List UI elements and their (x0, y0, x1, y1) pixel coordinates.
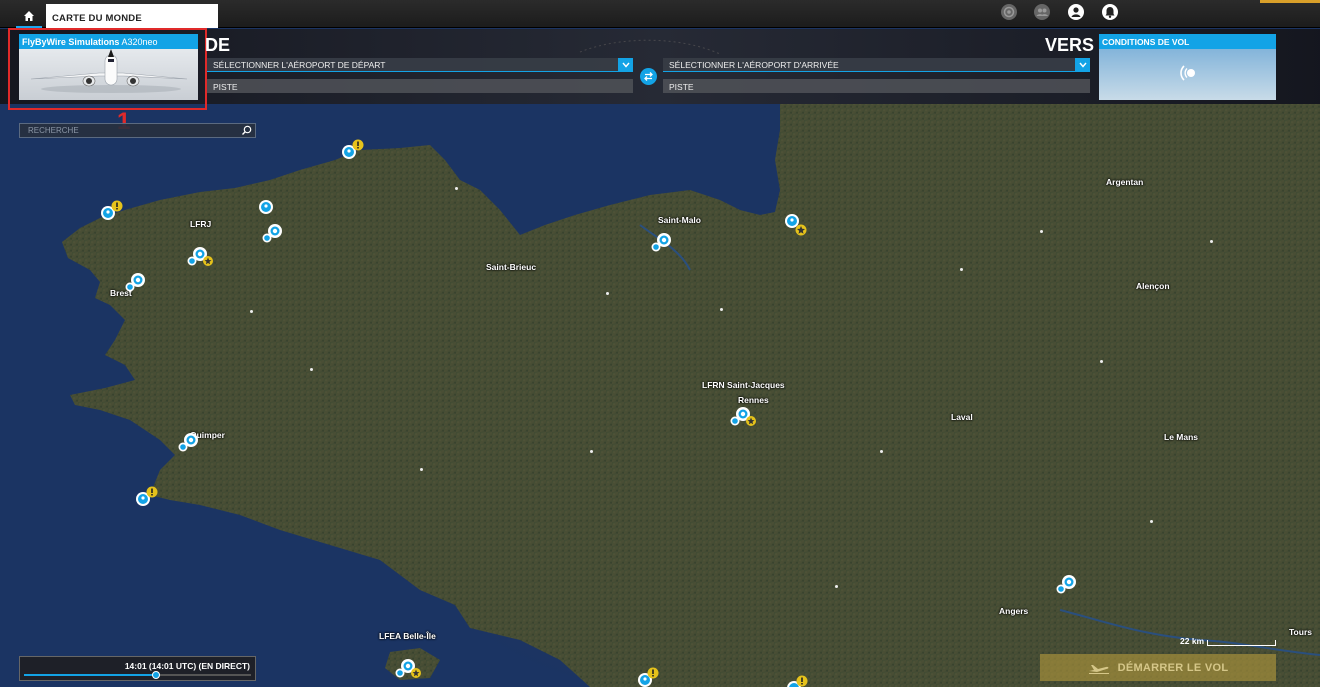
town-dot (960, 268, 963, 271)
arrival-dropdown[interactable] (1075, 58, 1090, 72)
arrival-select-text: SÉLECTIONNER L'AÉROPORT D'ARRIVÉE (669, 60, 839, 70)
warning-icon (796, 675, 808, 687)
departure-dropdown[interactable] (618, 58, 633, 72)
place-tours: Tours (1289, 627, 1312, 637)
time-slider-fill (24, 674, 156, 676)
settings-button[interactable] (1000, 3, 1018, 21)
place-lfea: LFEA Belle-Île (379, 631, 436, 641)
town-dot (720, 308, 723, 311)
airport-icon[interactable] (124, 271, 148, 293)
notifications-icon (1102, 4, 1118, 20)
time-slider[interactable] (24, 671, 251, 679)
place-lfrj: LFRJ (190, 219, 212, 229)
town-dot (420, 468, 423, 471)
arrival-runway[interactable]: PISTE (663, 79, 1090, 93)
favorite-star-icon (795, 224, 807, 236)
town-dot (606, 292, 609, 295)
swap-icon (644, 72, 653, 81)
profile-button[interactable] (1067, 3, 1085, 21)
airport-icon[interactable] (1055, 573, 1079, 595)
notifications-button[interactable] (1101, 3, 1119, 21)
town-dot (590, 450, 593, 453)
warning-icon (352, 139, 364, 151)
warning-icon (111, 200, 123, 212)
arrival-select[interactable]: SÉLECTIONNER L'AÉROPORT D'ARRIVÉE (663, 58, 1090, 72)
flight-conditions-title: CONDITIONS DE VOL (1099, 34, 1276, 49)
weather-icon (1180, 65, 1195, 81)
airport-icon[interactable] (729, 404, 759, 428)
search-box (19, 123, 256, 138)
town-dot (250, 310, 253, 313)
town-dot (310, 368, 313, 371)
top-bar: CARTE DU MONDE (0, 0, 1320, 28)
map-scale-label: 22 km (1180, 636, 1205, 646)
place-saint-brieuc: Saint-Brieuc (486, 262, 537, 272)
map-pin-icon[interactable] (258, 199, 274, 217)
map-scale-bar (1207, 640, 1276, 646)
start-flight-label: DÉMARRER LE VOL (1117, 661, 1229, 674)
town-dot (1100, 360, 1103, 363)
town-dot (835, 585, 838, 588)
departure-label: DE (205, 35, 231, 55)
search-icon[interactable] (241, 125, 252, 136)
breadcrumb[interactable]: CARTE DU MONDE (46, 4, 218, 28)
home-icon (24, 11, 34, 21)
home-button[interactable] (16, 6, 42, 28)
chevron-down-icon (1078, 62, 1087, 68)
top-accent-bar (1260, 0, 1320, 3)
place-saint-malo: Saint-Malo (658, 215, 701, 225)
swap-airports-button[interactable] (640, 68, 657, 85)
search-input[interactable] (20, 124, 240, 137)
town-dot (1040, 230, 1043, 233)
place-argentan: Argentan (1106, 177, 1144, 187)
departure-runway[interactable]: PISTE (207, 79, 633, 93)
flight-conditions-card[interactable]: CONDITIONS DE VOL (1099, 34, 1276, 100)
plane-takeoff-icon (1088, 664, 1109, 674)
town-dot (455, 187, 458, 190)
airport-icon[interactable] (177, 431, 201, 453)
time-label: 14:01 (14:01 UTC) (EN DIRECT) (124, 661, 250, 671)
warning-icon (647, 667, 659, 679)
departure-select[interactable]: SÉLECTIONNER L'AÉROPORT DE DÉPART (207, 58, 633, 72)
community-icon (1034, 4, 1050, 20)
warning-icon (146, 486, 158, 498)
profile-icon (1068, 4, 1084, 20)
time-slider-handle[interactable] (151, 671, 160, 679)
place-laval: Laval (951, 412, 973, 422)
town-dot (1150, 520, 1153, 523)
start-flight-button[interactable]: DÉMARRER LE VOL (1040, 654, 1276, 681)
town-dot (1210, 240, 1213, 243)
time-panel[interactable]: 14:01 (14:01 UTC) (EN DIRECT) (19, 656, 256, 681)
departure-select-text: SÉLECTIONNER L'AÉROPORT DE DÉPART (213, 60, 386, 70)
arrival-label: VERS (1045, 35, 1095, 55)
aircraft-highlight (8, 28, 207, 110)
place-le-mans: Le Mans (1164, 432, 1199, 442)
place-lfrn: LFRN Saint-Jacques (702, 380, 785, 390)
airport-icon[interactable] (186, 244, 216, 268)
chevron-down-icon (621, 62, 630, 68)
town-dot (880, 450, 883, 453)
settings-icon (1001, 4, 1017, 20)
place-angers: Angers (999, 606, 1029, 616)
airport-icon[interactable] (650, 231, 674, 253)
community-button[interactable] (1033, 3, 1051, 21)
place-alencon: Alençon (1136, 281, 1170, 291)
airport-icon[interactable] (394, 656, 424, 680)
airport-icon[interactable] (261, 222, 285, 244)
